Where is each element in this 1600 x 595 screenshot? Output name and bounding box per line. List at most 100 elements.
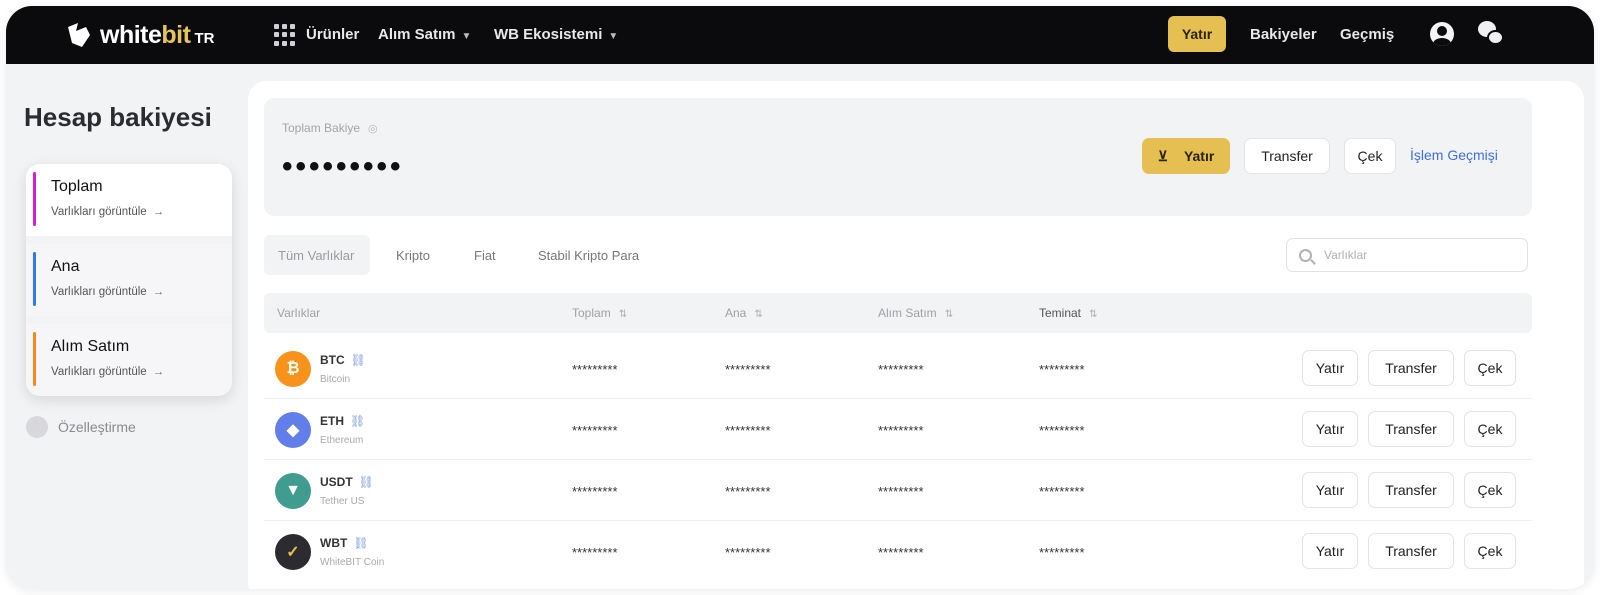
- header-trade[interactable]: Alım Satım ⇅: [878, 306, 953, 320]
- balance-value: •••••••••: [282, 150, 404, 183]
- sidebar-item-main[interactable]: Ana Varlıkları görüntüle →: [26, 236, 232, 316]
- header-assets: Varlıklar: [277, 306, 321, 320]
- user-avatar-icon[interactable]: [1430, 22, 1454, 46]
- row-deposit-button[interactable]: Yatır: [1302, 472, 1358, 508]
- nav-balances[interactable]: Bakiyeler: [1250, 26, 1317, 43]
- total-value: *********: [572, 423, 618, 438]
- table-header: Varlıklar Toplam ⇅ Ana ⇅ Alım Satım ⇅ Temin…: [264, 293, 1532, 333]
- chat-icon[interactable]: [1478, 21, 1506, 47]
- logo-text: whitebit: [100, 20, 191, 49]
- header-main[interactable]: Ana ⇅: [725, 306, 763, 320]
- row-withdraw-button[interactable]: Çek: [1464, 411, 1516, 447]
- trade-value: *********: [878, 423, 924, 438]
- tab-fiat[interactable]: Fiat: [460, 235, 510, 275]
- ethereum-icon: ◆: [275, 412, 311, 448]
- sort-icon: ⇅: [944, 309, 954, 320]
- asset-symbol: ETH ⛓: [320, 414, 366, 428]
- arrow-right-icon: →: [152, 286, 165, 298]
- wbt-coin-icon: ✓: [275, 534, 311, 570]
- chevron-down-icon: ▼: [461, 31, 472, 42]
- deposit-button[interactable]: ⊻ Yatır: [1142, 138, 1230, 174]
- tab-stablecoin[interactable]: Stabil Kripto Para: [524, 235, 653, 275]
- link-icon[interactable]: ⛓: [353, 536, 368, 550]
- table-row: ◆ ETH ⛓ Ethereum ********* ********* ****…: [264, 399, 1532, 460]
- transfer-button[interactable]: Transfer: [1244, 138, 1330, 174]
- table-row: ✓ WBT ⛓ WhiteBIT Coin ********* *********…: [264, 521, 1532, 582]
- row-deposit-button[interactable]: Yatır: [1302, 350, 1358, 386]
- total-value: *********: [572, 545, 618, 560]
- link-icon[interactable]: ⛓: [351, 353, 366, 367]
- chevron-down-icon: ▼: [608, 31, 619, 42]
- app-window: whitebit TR Ürünler Alım Satım ▼ WB Ekosi…: [6, 6, 1594, 589]
- eye-off-icon[interactable]: ◎: [368, 122, 378, 135]
- link-icon[interactable]: ⛓: [350, 414, 365, 428]
- link-icon[interactable]: ⛓: [359, 475, 374, 489]
- customize-button[interactable]: Özelleştirme: [26, 416, 136, 438]
- row-withdraw-button[interactable]: Çek: [1464, 350, 1516, 386]
- row-withdraw-button[interactable]: Çek: [1464, 533, 1516, 569]
- logo-icon: [68, 23, 90, 47]
- asset-symbol: WBT ⛓: [320, 536, 369, 550]
- table-row: ▼ USDT ⛓ Tether US ********* ********* **…: [264, 460, 1532, 521]
- accent-bar: [33, 332, 36, 386]
- sidebar-item-trade[interactable]: Alım Satım Varlıkları görüntüle →: [26, 316, 232, 396]
- deposit-icon: ⊻: [1157, 147, 1168, 164]
- tab-crypto[interactable]: Kripto: [382, 235, 444, 275]
- asset-name: Bitcoin: [320, 374, 351, 385]
- sidebar-item-label: Ana: [51, 258, 80, 275]
- balance-summary: Toplam Bakiye ◎ ••••••••• ⊻ Yatır Transfer…: [264, 98, 1532, 216]
- collateral-value: *********: [1039, 423, 1085, 438]
- logo[interactable]: whitebit TR: [64, 20, 214, 50]
- tab-all-assets[interactable]: Tüm Varlıklar: [264, 235, 370, 275]
- row-deposit-button[interactable]: Yatır: [1302, 533, 1358, 569]
- search-input[interactable]: [1324, 248, 1504, 262]
- collateral-value: *********: [1039, 362, 1085, 377]
- customize-label: Özelleştirme: [58, 419, 136, 435]
- transaction-history-link[interactable]: İşlem Geçmişi: [1410, 147, 1498, 163]
- account-selector: Toplam Varlıkları görüntüle → Ana Varlıkl…: [26, 164, 232, 396]
- top-nav: whitebit TR Ürünler Alım Satım ▼ WB Ekosi…: [6, 6, 1594, 64]
- collateral-value: *********: [1039, 484, 1085, 499]
- view-assets-link[interactable]: Varlıkları görüntüle →: [51, 366, 164, 378]
- total-value: *********: [572, 484, 618, 499]
- bitcoin-icon: ₿: [275, 351, 311, 387]
- accent-bar: [33, 172, 36, 226]
- row-transfer-button[interactable]: Transfer: [1368, 472, 1454, 508]
- asset-name: Tether US: [320, 496, 365, 507]
- asset-name: Ethereum: [320, 435, 364, 446]
- table-row: ₿ BTC ⛓ Bitcoin ********* ********* *****…: [264, 338, 1532, 399]
- nav-products[interactable]: Ürünler: [306, 26, 359, 43]
- sort-icon: ⇅: [1089, 309, 1098, 320]
- nav-trade[interactable]: Alım Satım ▼: [378, 26, 471, 43]
- tether-icon: ▼: [275, 473, 311, 509]
- apps-grid-icon[interactable]: [274, 24, 296, 46]
- collateral-value: *********: [1039, 545, 1085, 560]
- page-title: Hesap bakiyesi: [24, 102, 212, 132]
- balance-label: Toplam Bakiye ◎: [282, 121, 378, 135]
- view-assets-link[interactable]: Varlıkları görüntüle →: [51, 206, 164, 218]
- main-value: *********: [725, 484, 771, 499]
- arrow-right-icon: →: [152, 206, 165, 218]
- nav-history[interactable]: Geçmiş: [1340, 26, 1394, 43]
- search-icon: [1299, 248, 1312, 262]
- trade-value: *********: [878, 484, 924, 499]
- row-deposit-button[interactable]: Yatır: [1302, 411, 1358, 447]
- main-value: *********: [725, 362, 771, 377]
- sort-icon: ⇅: [754, 309, 763, 320]
- asset-search[interactable]: [1286, 238, 1528, 272]
- row-withdraw-button[interactable]: Çek: [1464, 472, 1516, 508]
- customize-icon: [26, 416, 48, 438]
- view-assets-link[interactable]: Varlıkları görüntüle →: [51, 286, 164, 298]
- asset-name: WhiteBIT Coin: [320, 557, 385, 568]
- row-transfer-button[interactable]: Transfer: [1368, 533, 1454, 569]
- trade-value: *********: [878, 362, 924, 377]
- main-panel: Toplam Bakiye ◎ ••••••••• ⊻ Yatır Transfer…: [248, 81, 1584, 589]
- nav-deposit-button[interactable]: Yatır: [1168, 16, 1226, 52]
- header-total[interactable]: Toplam ⇅: [572, 306, 627, 320]
- withdraw-button[interactable]: Çek: [1344, 138, 1396, 174]
- header-collateral[interactable]: Teminat ⇅: [1039, 306, 1097, 320]
- sidebar-item-total[interactable]: Toplam Varlıkları görüntüle →: [26, 164, 232, 236]
- row-transfer-button[interactable]: Transfer: [1368, 411, 1454, 447]
- nav-wb-ecosystem[interactable]: WB Ekosistemi ▼: [494, 26, 618, 43]
- row-transfer-button[interactable]: Transfer: [1368, 350, 1454, 386]
